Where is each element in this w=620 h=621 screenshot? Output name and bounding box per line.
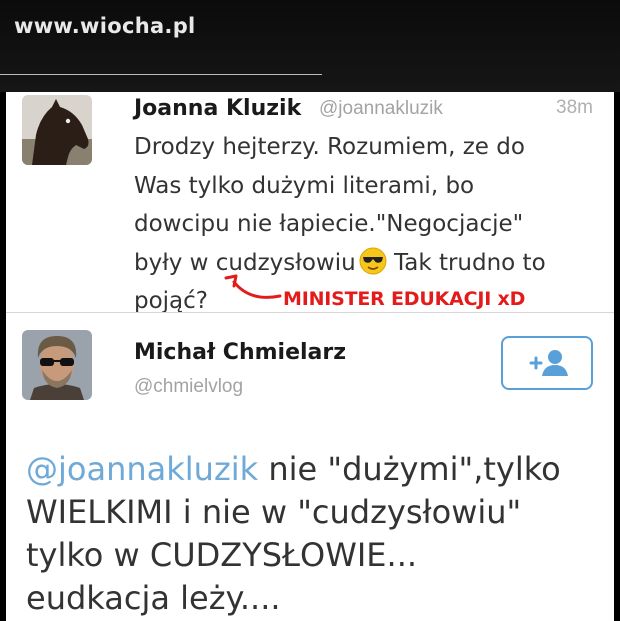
tweet-text: @joannakluzik nie "dużymi",tylko WIELKIM…: [26, 448, 606, 620]
tweet-line: dowcipu nie łapiecie."Negocjacje": [134, 211, 524, 237]
tweet-card: Joanna Kluzik @joannakluzik 38m Drodzy h…: [6, 92, 614, 621]
timestamp: 38m: [556, 97, 593, 118]
tweet-line: @joannakluzik nie "dużymi",tylko: [26, 448, 606, 491]
tweet-text-part: Tak trudno to: [386, 249, 546, 276]
tweet-line: eudkacja leży....: [26, 579, 281, 617]
annotation-label: MINISTER EDUKACJI xD: [283, 288, 526, 310]
tweet-line: Was tylko dużymi literami, bo: [134, 172, 475, 199]
divider-line: [0, 74, 322, 75]
follow-button[interactable]: [501, 336, 593, 390]
arrow-icon: [224, 274, 282, 299]
author-name[interactable]: Joanna Kluzik: [134, 96, 301, 121]
tweet-divider: [6, 312, 614, 313]
add-user-icon: [529, 350, 568, 376]
tweet-line: Drodzy hejterzy. Rozumiem, ze do: [134, 134, 525, 160]
sunglasses-emoji-icon: [359, 247, 387, 275]
tweet-line: były w cudzysłowiu Tak trudno to: [134, 244, 604, 283]
site-watermark: www.wiocha.pl: [14, 14, 196, 38]
author-name[interactable]: Michał Chmielarz: [134, 340, 346, 365]
avatar[interactable]: [22, 95, 92, 165]
tweet-text-part: nie "dużymi",tylko: [258, 450, 561, 488]
author-handle[interactable]: @chmielvlog: [134, 376, 243, 398]
tweet: Joanna Kluzik @joannakluzik 38m Drodzy h…: [6, 92, 614, 314]
mention-link[interactable]: @joannakluzik: [26, 450, 258, 488]
author-handle[interactable]: @joannakluzik: [319, 98, 443, 120]
top-bar: www.wiocha.pl: [0, 0, 620, 92]
avatar[interactable]: [22, 330, 92, 400]
tweet-line: tylko w CUDZYSŁOWIE...: [26, 536, 418, 574]
tweet-line: WIELKIMI i nie w "cudzysłowiu": [26, 493, 522, 531]
